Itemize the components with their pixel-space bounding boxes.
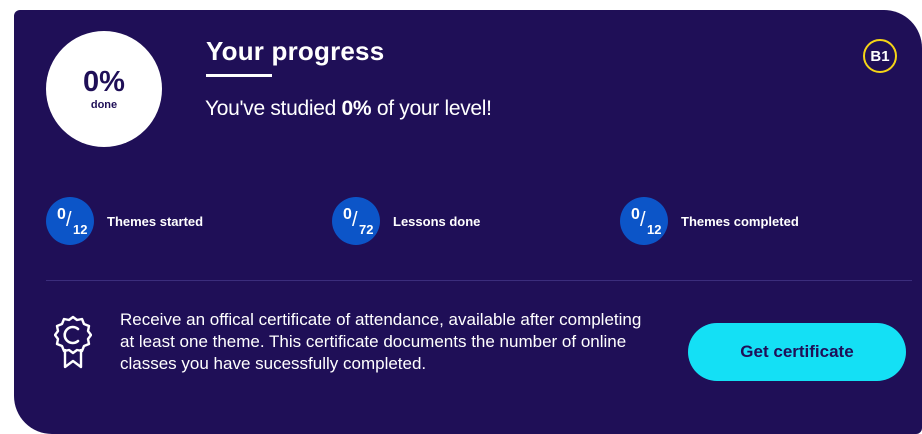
subtitle-value: 0%: [341, 97, 372, 120]
stat-slash: /: [352, 209, 358, 231]
stat-slash: /: [66, 209, 72, 231]
stat-themes-completed: 0 / 12 Themes completed: [620, 197, 799, 245]
stat-themes-started: 0 / 12 Themes started: [46, 197, 203, 245]
progress-circle: 0% done: [46, 31, 162, 147]
subtitle-suffix: of your level!: [371, 97, 492, 120]
stat-label: Themes started: [107, 213, 204, 229]
progress-percent: 0%: [83, 66, 125, 98]
certificate-icon: [54, 315, 92, 369]
subtitle-prefix: You've studied: [205, 97, 342, 120]
stat-circle: 0 / 12: [620, 197, 668, 245]
stat-numerator: 0: [631, 206, 640, 223]
stat-lessons-done: 0 / 72 Lessons done: [332, 197, 480, 245]
stat-circle: 0 / 72: [332, 197, 380, 245]
stat-denominator: 12: [647, 222, 662, 237]
divider: [46, 280, 912, 281]
stat-numerator: 0: [57, 206, 66, 223]
stat-label: Themes completed: [681, 213, 799, 229]
progress-done-label: done: [90, 99, 118, 111]
stat-numerator: 0: [343, 206, 352, 223]
certificate-description: Receive an offical certificate of attend…: [120, 310, 642, 373]
get-certificate-button[interactable]: Get certificate: [688, 323, 906, 381]
stat-denominator: 72: [359, 222, 374, 237]
stat-denominator: 12: [73, 222, 88, 237]
level-badge: B1: [863, 39, 897, 73]
page-title: Your progress: [206, 36, 385, 66]
stat-circle: 0 / 12: [46, 197, 94, 245]
stat-label: Lessons done: [393, 213, 481, 229]
stat-slash: /: [640, 209, 646, 231]
progress-subtitle: You've studied 0% of your level!: [205, 97, 492, 121]
title-underline: [206, 74, 272, 77]
progress-card: 0% done Your progress You've studied 0% …: [14, 10, 922, 434]
